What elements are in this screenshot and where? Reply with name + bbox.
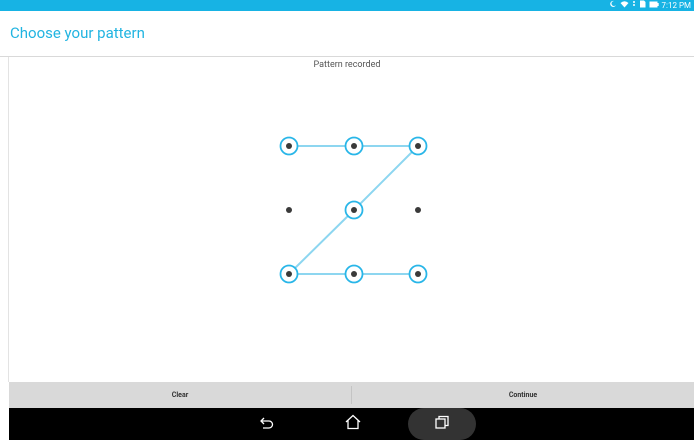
continue-button[interactable]: Continue	[352, 382, 694, 408]
recents-button[interactable]	[408, 408, 476, 440]
home-icon	[344, 414, 362, 434]
recents-icon	[434, 415, 450, 434]
pattern-node-6[interactable]	[415, 207, 421, 213]
pattern-node-4[interactable]	[286, 207, 292, 213]
home-button[interactable]	[331, 408, 375, 440]
back-icon	[259, 415, 275, 434]
action-bar: Clear Continue	[9, 382, 694, 408]
pattern-node-9[interactable]	[408, 264, 428, 284]
pattern-node-2[interactable]	[344, 136, 364, 156]
back-button[interactable]	[245, 408, 289, 440]
pattern-node-7[interactable]	[279, 264, 299, 284]
pattern-node-8[interactable]	[344, 264, 364, 284]
pattern-lock-grid[interactable]	[0, 0, 694, 382]
clear-button[interactable]: Clear	[9, 382, 351, 408]
navigation-bar	[9, 408, 694, 440]
pattern-node-3[interactable]	[408, 136, 428, 156]
pattern-node-1[interactable]	[279, 136, 299, 156]
pattern-node-5[interactable]	[344, 200, 364, 220]
